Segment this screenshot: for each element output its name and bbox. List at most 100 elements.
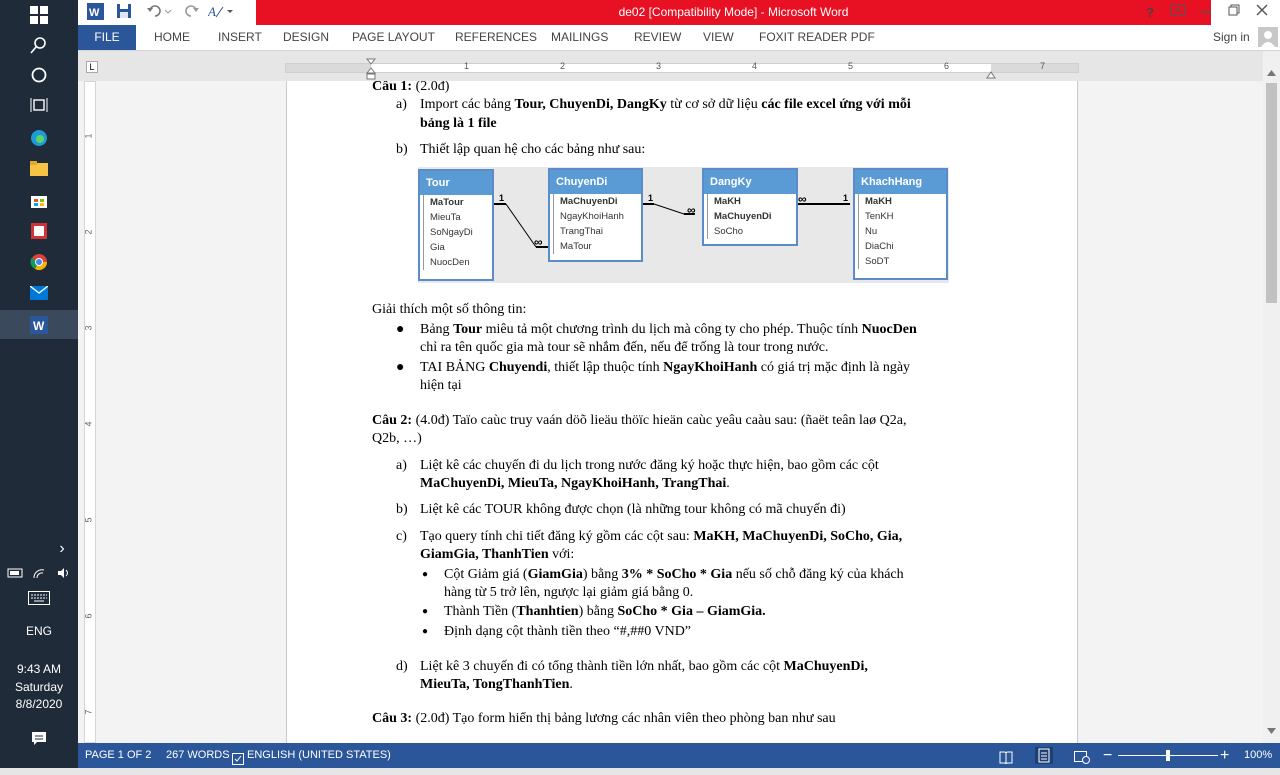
zoom-slider-thumb[interactable] bbox=[1166, 750, 1170, 761]
q3-line: Câu 3: (2.0đ) Tạo form hiển thị bảng lươ… bbox=[372, 710, 836, 728]
page-count[interactable]: PAGE 1 OF 2 bbox=[85, 743, 151, 768]
tab-review[interactable]: REVIEW bbox=[634, 25, 681, 50]
horizontal-ruler[interactable]: 1 2 3 4 5 6 7 bbox=[285, 58, 1079, 80]
cardinality-many: ∞ bbox=[687, 203, 696, 217]
text-bold: 3% * SoCho * Gia bbox=[621, 567, 733, 582]
tab-home[interactable]: HOME bbox=[154, 25, 190, 50]
tab-view[interactable]: VIEW bbox=[703, 25, 734, 50]
zoom-level[interactable]: 100% bbox=[1244, 743, 1272, 768]
vertical-scrollbar[interactable] bbox=[1263, 51, 1280, 743]
help-icon[interactable]: ? bbox=[1136, 0, 1164, 25]
text: với: bbox=[548, 547, 575, 562]
format-painter-icon[interactable]: A bbox=[207, 3, 236, 22]
store-icon[interactable] bbox=[24, 187, 54, 213]
tab-insert[interactable]: INSERT bbox=[218, 25, 262, 50]
mail-icon[interactable] bbox=[24, 280, 54, 306]
field: NuocDen bbox=[423, 255, 492, 270]
tab-mailings[interactable]: MAILINGS bbox=[551, 25, 608, 50]
tab-file[interactable]: FILE bbox=[78, 25, 136, 50]
zoom-in-icon[interactable]: + bbox=[1220, 743, 1229, 768]
read-mode-icon[interactable] bbox=[999, 749, 1013, 765]
text-bold: SoCho * Gia – GiamGia. bbox=[617, 604, 766, 619]
tab-page-layout[interactable]: PAGE LAYOUT bbox=[352, 25, 435, 50]
window-title: de02 [Compatibility Mode] - Microsoft Wo… bbox=[618, 5, 849, 19]
task-view-icon[interactable] bbox=[24, 92, 54, 118]
keyboard-icon[interactable] bbox=[0, 591, 78, 608]
ruler-number: 1 bbox=[464, 61, 470, 71]
word-icon[interactable]: W bbox=[0, 310, 78, 339]
text: , thiết lập thuộc tính bbox=[547, 360, 664, 375]
notification-icon[interactable] bbox=[0, 731, 78, 750]
text: miêu tả một chương trình du lịch mà công… bbox=[482, 322, 862, 337]
q1-points: (2.0đ) bbox=[412, 81, 450, 94]
text-bold: MaChuyenDi, bbox=[783, 659, 868, 674]
vertical-ruler[interactable]: 1 2 3 4 5 6 7 bbox=[84, 81, 96, 743]
q2d-line1: Liệt kê 3 chuyến đi có tổng thành tiền l… bbox=[420, 658, 868, 676]
tab-foxit-reader-pdf[interactable]: FOXIT READER PDF bbox=[759, 25, 875, 50]
scroll-down-icon[interactable] bbox=[1267, 721, 1276, 739]
expand-tray-icon[interactable]: › bbox=[52, 540, 72, 558]
clock-day[interactable]: Saturday bbox=[0, 680, 78, 694]
cortana-icon[interactable] bbox=[24, 62, 54, 88]
document-page[interactable]: Câu 1: (2.0đ) a) Import các bảng Tour, C… bbox=[286, 81, 1078, 743]
input-language[interactable]: ENG bbox=[0, 624, 78, 638]
tab-design[interactable]: DESIGN bbox=[283, 25, 329, 50]
search-icon[interactable] bbox=[24, 32, 54, 58]
field: TenKH bbox=[858, 209, 946, 224]
text-bold: MaKH, MaChuyenDi, SoCho, Gia, bbox=[693, 529, 903, 544]
minimize-icon[interactable] bbox=[1192, 0, 1220, 25]
print-layout-icon[interactable] bbox=[1035, 747, 1053, 764]
word-count[interactable]: 267 WORDS bbox=[166, 743, 230, 768]
text-bold: MaChuyenDi, MieuTa, NgayKhoiHanh, TrangT… bbox=[420, 476, 727, 491]
explain-heading: Giải thích một số thông tin: bbox=[372, 302, 527, 317]
restore-icon[interactable] bbox=[1220, 0, 1248, 25]
tab-selector-icon[interactable]: L bbox=[86, 61, 98, 73]
language-status[interactable]: ENGLISH (UNITED STATES) bbox=[247, 743, 391, 768]
ruler-number: 4 bbox=[752, 61, 758, 71]
ruler-number: 5 bbox=[848, 61, 854, 71]
ruler-number: 2 bbox=[560, 61, 566, 71]
text: (4.0đ) Taïo caùc truy vaán döõ lieäu thö… bbox=[412, 413, 907, 428]
table-dangky: DangKy MaKH MaChuyenDi SoCho bbox=[702, 168, 798, 246]
bullet-icon: ● bbox=[396, 360, 405, 375]
scroll-up-icon[interactable] bbox=[1267, 63, 1276, 81]
proofing-icon[interactable] bbox=[232, 750, 246, 765]
avatar-icon[interactable] bbox=[1258, 27, 1278, 52]
tab-references[interactable]: REFERENCES bbox=[455, 25, 537, 50]
field: MaTour bbox=[553, 239, 641, 254]
c-bullet1-line2: hàng từ 5 trở lên, ngược lại giảm giá bằ… bbox=[444, 585, 694, 600]
text: (2.0đ) Tạo form hiển thị bảng lương các … bbox=[412, 711, 836, 726]
vruler-number: 4 bbox=[83, 421, 94, 427]
scrollbar-thumb[interactable] bbox=[1266, 83, 1277, 303]
zoom-out-icon[interactable]: − bbox=[1103, 743, 1112, 768]
text-bold: Thanhtien bbox=[516, 604, 579, 619]
tray-icons[interactable] bbox=[0, 566, 78, 583]
clock-time[interactable]: 9:43 AM bbox=[0, 662, 78, 676]
vruler-number: 5 bbox=[83, 517, 94, 523]
vruler-number: 3 bbox=[83, 325, 94, 331]
field: MaChuyenDi bbox=[553, 194, 641, 209]
relationship-diagram: 1 ∞ 1 ∞ ∞ 1 Tour MaTour MieuTa SoNgayDi … bbox=[418, 167, 949, 283]
cardinality-many: ∞ bbox=[534, 235, 543, 249]
file-explorer-icon[interactable] bbox=[24, 156, 54, 182]
table-tour: Tour MaTour MieuTa SoNgayDi Gia NuocDen bbox=[418, 169, 494, 281]
app-icon[interactable] bbox=[24, 218, 54, 244]
redo-icon[interactable] bbox=[184, 3, 200, 22]
bullet-icon: ● bbox=[396, 322, 405, 337]
close-icon[interactable] bbox=[1248, 0, 1276, 25]
ribbon-display-icon[interactable] bbox=[1164, 0, 1192, 25]
clock-date[interactable]: 8/8/2020 bbox=[0, 697, 78, 711]
undo-icon[interactable] bbox=[146, 3, 172, 22]
save-icon[interactable] bbox=[116, 3, 132, 22]
chrome-icon[interactable] bbox=[24, 249, 54, 275]
windows-logo-icon[interactable] bbox=[24, 2, 54, 28]
web-layout-icon[interactable] bbox=[1074, 749, 1090, 764]
edge-icon[interactable] bbox=[24, 125, 54, 151]
text: TAI BẢNG bbox=[420, 360, 489, 375]
q2a-line2: MaChuyenDi, MieuTa, NgayKhoiHanh, TrangT… bbox=[420, 475, 730, 493]
bullet2-line1: TAI BẢNG Chuyendi, thiết lập thuộc tính … bbox=[420, 359, 910, 377]
table-chuyendi: ChuyenDi MaChuyenDi NgayKhoiHanh TrangTh… bbox=[548, 168, 643, 262]
q2-heading: Câu 2: bbox=[372, 413, 413, 428]
field: Gia bbox=[423, 240, 492, 255]
sign-in-link[interactable]: Sign in bbox=[1213, 25, 1250, 50]
